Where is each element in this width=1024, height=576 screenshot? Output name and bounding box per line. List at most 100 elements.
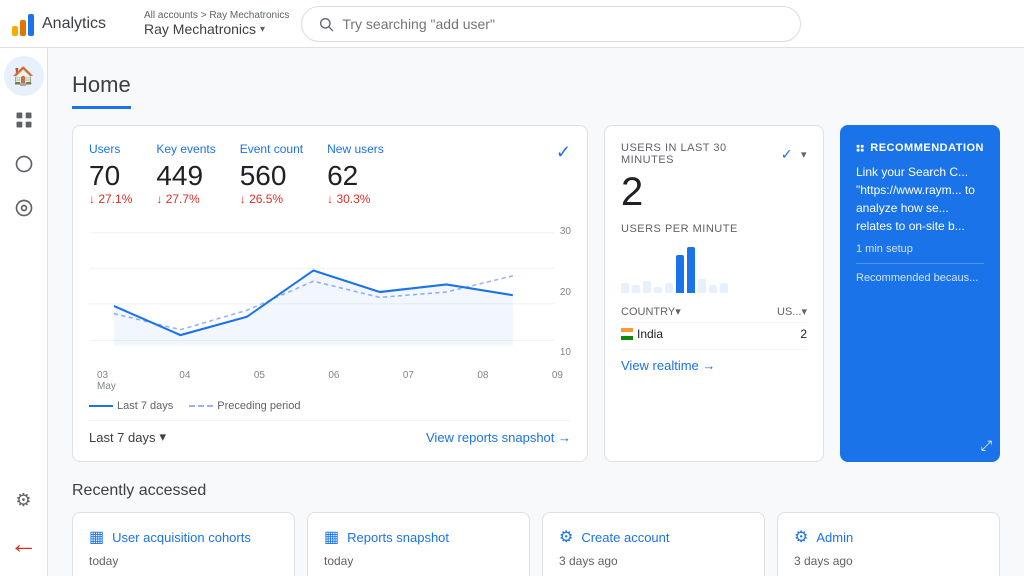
legend-dashed: Preceding period bbox=[189, 400, 300, 412]
mini-bar-chart bbox=[621, 243, 807, 293]
gear-icon: ⚙ bbox=[794, 527, 808, 547]
sidebar-item-reports[interactable] bbox=[4, 100, 44, 140]
account-selector[interactable]: Ray Mechatronics ▾ bbox=[144, 21, 289, 37]
recommendation-body: Link your Search C... "https://www.raym.… bbox=[856, 163, 984, 235]
access-time: 3 days ago bbox=[794, 554, 853, 568]
users-per-minute-label: USERS PER MINUTE bbox=[621, 223, 807, 235]
date-range-selector[interactable]: Last 7 days ▾ bbox=[89, 429, 166, 445]
main-content: Home Users 70 ↓ 27.1% Key events 449 ↓ 2… bbox=[48, 48, 1024, 576]
stats-row: Users 70 ↓ 27.1% Key events 449 ↓ 27.7% … bbox=[89, 142, 571, 206]
view-realtime-link[interactable]: View realtime → bbox=[621, 358, 807, 373]
recommendation-title: RECOMMENDATION bbox=[856, 141, 984, 155]
solid-line-icon bbox=[89, 405, 113, 407]
stats-chart-card: Users 70 ↓ 27.1% Key events 449 ↓ 27.7% … bbox=[72, 125, 588, 462]
chart-card-footer: Last 7 days ▾ View reports snapshot → bbox=[89, 420, 571, 445]
account-nav: All accounts > Ray Mechatronics Ray Mech… bbox=[144, 10, 289, 37]
sidebar-item-home[interactable]: 🏠 bbox=[4, 56, 44, 96]
check-circle-icon: ✓ bbox=[781, 146, 793, 163]
realtime-table-header: COUNTRY ▾ US... ▾ bbox=[621, 301, 807, 323]
mini-bar-item bbox=[665, 283, 673, 293]
access-card-header: ▦ User acquisition cohorts bbox=[89, 527, 278, 547]
content-grid: Users 70 ↓ 27.1% Key events 449 ↓ 27.7% … bbox=[72, 125, 1000, 462]
new-users-label: New users bbox=[327, 142, 384, 156]
page-title: Home bbox=[72, 72, 131, 109]
realtime-card: USERS IN LAST 30 MINUTES ✓ ▾ 2 USERS PER… bbox=[604, 125, 824, 462]
key-events-value: 449 bbox=[156, 160, 215, 192]
event-count-change: ↓ 26.5% bbox=[240, 192, 303, 206]
recommendation-tag: 1 min setup bbox=[856, 243, 984, 255]
users-label: Users bbox=[89, 142, 132, 156]
access-card-create-account[interactable]: ⚙ Create account 3 days ago bbox=[542, 512, 765, 576]
recently-accessed-title: Recently accessed bbox=[72, 482, 1000, 500]
search-bar[interactable] bbox=[301, 6, 801, 42]
chart-legend: Last 7 days Preceding period bbox=[89, 400, 571, 412]
event-count-label: Event count bbox=[240, 142, 303, 156]
sidebar-item-advertising[interactable] bbox=[4, 188, 44, 228]
stat-event-count: Event count 560 ↓ 26.5% bbox=[240, 142, 303, 206]
view-reports-link[interactable]: View reports snapshot → bbox=[426, 430, 571, 445]
settings-button[interactable]: ⚙ bbox=[4, 480, 44, 520]
recommendation-footer: Recommended becaus... bbox=[856, 263, 984, 284]
access-card-user-acquisition[interactable]: ▦ User acquisition cohorts today bbox=[72, 512, 295, 576]
mini-bar-item bbox=[709, 285, 717, 293]
x-axis-labels: 03May040506070809 bbox=[89, 370, 571, 392]
realtime-options-button[interactable]: ▾ bbox=[801, 148, 807, 161]
realtime-table-row: India 2 bbox=[621, 323, 807, 345]
access-card-name: Reports snapshot bbox=[347, 530, 449, 545]
stat-new-users: New users 62 ↓ 30.3% bbox=[327, 142, 384, 206]
analytics-logo-icon bbox=[12, 12, 34, 36]
bar-chart-icon: ▦ bbox=[324, 527, 339, 547]
users-change: ↓ 27.1% bbox=[89, 192, 132, 206]
search-icon bbox=[318, 16, 334, 32]
event-count-value: 560 bbox=[240, 160, 303, 192]
mini-bar-item bbox=[698, 279, 706, 293]
access-card-name: Create account bbox=[581, 530, 669, 545]
access-card-name: Admin bbox=[816, 530, 853, 545]
new-users-value: 62 bbox=[327, 160, 384, 192]
recently-accessed-cards: ▦ User acquisition cohorts today ▦ Repor… bbox=[72, 512, 1000, 576]
top-bar: Analytics All accounts > Ray Mechatronic… bbox=[0, 0, 1024, 48]
realtime-table: COUNTRY ▾ US... ▾ India 2 bbox=[621, 301, 807, 345]
sidebar-item-explore[interactable] bbox=[4, 144, 44, 184]
expand-icon[interactable]: ⤢ bbox=[981, 437, 992, 454]
bar-chart-icon: ▦ bbox=[89, 527, 104, 547]
key-events-label: Key events bbox=[156, 142, 215, 156]
stat-users: Users 70 ↓ 27.1% bbox=[89, 142, 132, 206]
new-users-change: ↓ 30.3% bbox=[327, 192, 384, 206]
red-arrow-indicator: ← bbox=[10, 528, 38, 560]
search-input[interactable] bbox=[342, 16, 784, 32]
access-card-reports-snapshot[interactable]: ▦ Reports snapshot today bbox=[307, 512, 530, 576]
mini-bar-item bbox=[720, 283, 728, 293]
y-axis-labels: 302010 bbox=[560, 222, 571, 362]
mini-bar-item bbox=[687, 247, 695, 293]
access-card-name: User acquisition cohorts bbox=[112, 530, 251, 545]
mini-bar-item bbox=[621, 283, 629, 293]
logo-area: Analytics bbox=[12, 12, 132, 36]
access-time: 3 days ago bbox=[559, 554, 618, 568]
realtime-header: USERS IN LAST 30 MINUTES ✓ ▾ bbox=[621, 142, 807, 166]
access-time: today bbox=[89, 554, 118, 568]
gear-icon: ⚙ bbox=[559, 527, 573, 547]
recommendation-card: RECOMMENDATION Link your Search C... "ht… bbox=[840, 125, 1000, 462]
check-icon: ✓ bbox=[556, 142, 571, 206]
flag-icon bbox=[621, 328, 633, 340]
chevron-down-icon: ▾ bbox=[260, 24, 265, 35]
users-cell: 2 bbox=[800, 327, 807, 341]
sidebar-nav: 🏠 bbox=[4, 56, 44, 228]
sidebar-bottom: ⚙ ← bbox=[4, 480, 44, 568]
realtime-footer: View realtime → bbox=[621, 349, 807, 373]
mini-bar-item bbox=[632, 285, 640, 293]
country-cell: India bbox=[621, 327, 663, 341]
users-dropdown[interactable]: US... ▾ bbox=[777, 305, 807, 318]
stat-key-events: Key events 449 ↓ 27.7% bbox=[156, 142, 215, 206]
access-card-admin[interactable]: ⚙ Admin 3 days ago bbox=[777, 512, 1000, 576]
mini-bar-item bbox=[643, 281, 651, 293]
country-dropdown[interactable]: COUNTRY ▾ bbox=[621, 305, 681, 318]
mini-bar-item bbox=[654, 287, 662, 293]
realtime-value: 2 bbox=[621, 170, 807, 215]
app-title: Analytics bbox=[42, 15, 106, 33]
sidebar: 🏠 ⚙ ← bbox=[0, 48, 48, 576]
dashed-line-icon bbox=[189, 405, 213, 407]
key-events-change: ↓ 27.7% bbox=[156, 192, 215, 206]
legend-solid: Last 7 days bbox=[89, 400, 173, 412]
